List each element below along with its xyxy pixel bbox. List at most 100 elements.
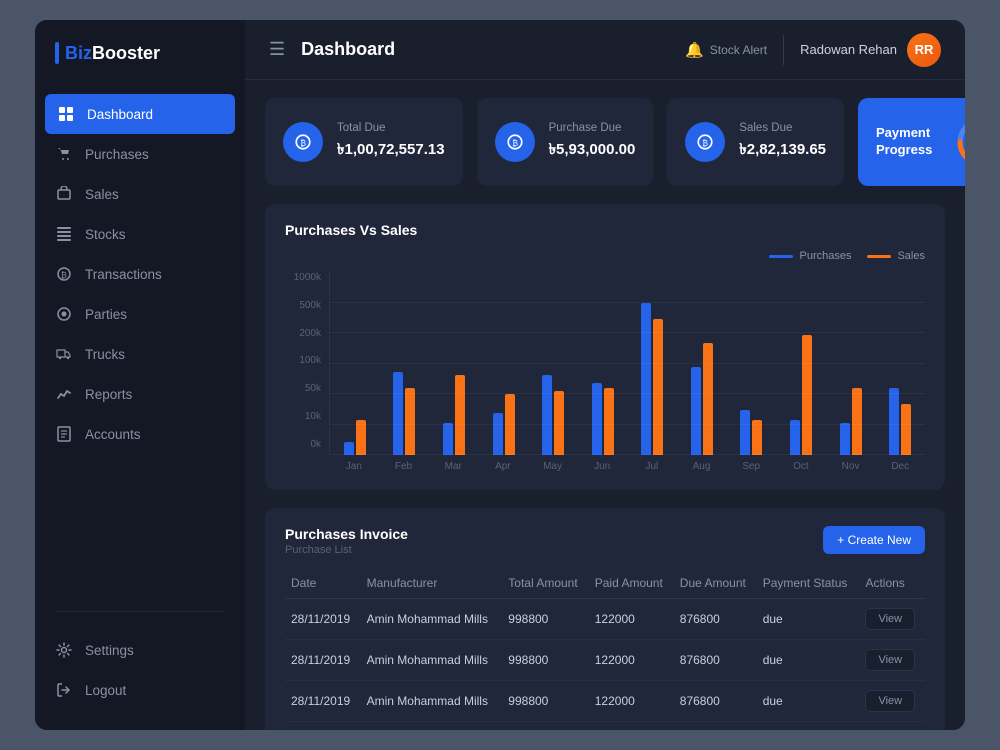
chart-area: 1000k500k200k100k50k10k0k JanFebMarAprMa… [285,272,925,472]
y-axis-label: 1000k [294,272,321,283]
nav-icon-sales [55,185,73,203]
bar-sales-Jul [653,319,663,455]
month-bars-Sep [727,410,777,455]
header: ☰ Dashboard 🔔 Stock Alert Radowan Rehan … [245,20,965,80]
nav-label-reports: Reports [85,387,132,402]
month-bars-Jul [627,303,677,455]
table-cell-2-4: 876800 [674,681,757,722]
content-area: ₿ Total Due ৳1,00,72,557.13 ₿ Purchase D… [245,80,965,730]
sidebar-item-settings[interactable]: Settings [35,630,245,670]
user-name: Radowan Rehan [800,42,897,57]
table-row: 28/11/2019Amin Mohammad Mills99880012200… [285,599,925,640]
grid-line [330,302,925,303]
sidebar-item-trucks[interactable]: Trucks [35,334,245,374]
stat-value-0: ৳1,00,72,557.13 [337,138,445,163]
chart-card: Purchases Vs Sales Purchases Sales 1000k… [265,204,945,490]
stat-card-2: ₿ Sales Due ৳2,82,139.65 [667,98,844,186]
bell-icon[interactable]: 🔔 [685,41,704,59]
nav-label-dashboard: Dashboard [87,107,153,122]
table-header-row: Purchases Invoice Purchase List + Create… [285,526,925,556]
sidebar-item-reports[interactable]: Reports [35,374,245,414]
nav-label-logout: Logout [85,683,126,698]
table-title-block: Purchases Invoice Purchase List [285,526,408,556]
logo-text: BizBooster [65,43,160,64]
table-column-header: Actions [859,568,925,599]
table-title: Purchases Invoice [285,526,408,542]
bar-purchases-May [542,375,552,455]
y-axis-label: 0k [310,439,321,450]
month-label-Aug: Aug [677,461,727,472]
svg-text:₿: ₿ [512,139,518,148]
month-label-Jun: Jun [577,461,627,472]
table-cell-2-5: due [757,681,860,722]
table-cell-2-2: 998800 [502,681,588,722]
hamburger-icon[interactable]: ☰ [269,39,285,60]
chart-legend: Purchases Sales [285,250,925,262]
nav-label-transactions: Transactions [85,267,162,282]
bar-purchases-Jul [641,303,651,455]
table-column-header: Total Amount [502,568,588,599]
y-axis-label: 10k [305,411,321,422]
month-label-Feb: Feb [379,461,429,472]
view-button-1[interactable]: View [865,649,915,671]
stat-icon-0: ₿ [283,122,323,162]
nav-label-sales: Sales [85,187,119,202]
grid-line [330,424,925,425]
table-column-header: Payment Status [757,568,860,599]
sidebar-item-logout[interactable]: Logout [35,670,245,710]
legend-label-purchases: Purchases [799,250,851,262]
bar-purchases-Oct [790,420,800,455]
table-cell-1-1: Amin Mohammad Mills [361,640,503,681]
nav-icon-dashboard [57,105,75,123]
bars-grid [329,272,925,455]
table-subtitle: Purchase List [285,544,408,556]
sidebar-item-transactions[interactable]: ₿ Transactions [35,254,245,294]
month-label-Oct: Oct [776,461,826,472]
table-cell-1-2: 998800 [502,640,588,681]
nav-icon-reports [55,385,73,403]
create-new-button[interactable]: + Create New [823,526,925,554]
sidebar-item-sales[interactable]: Sales [35,174,245,214]
stat-info-0: Total Due ৳1,00,72,557.13 [337,122,445,163]
donut-text: 75% [954,114,965,170]
nav-icon-transactions: ₿ [55,265,73,283]
sidebar-item-purchases[interactable]: Purchases [35,134,245,174]
sidebar-item-accounts[interactable]: Accounts [35,414,245,454]
sidebar: BizBooster Dashboard Purchases Sales Sto… [35,20,245,730]
view-button-0[interactable]: View [865,608,915,630]
table-cell-1-3: 122000 [589,640,674,681]
table-action-1: View [859,640,925,681]
bar-purchases-Nov [840,423,850,455]
grid-line [330,363,925,364]
month-label-May: May [528,461,578,472]
nav-label-accounts: Accounts [85,427,141,442]
invoice-table-card: Purchases Invoice Purchase List + Create… [265,508,945,730]
table-column-header: Manufacturer [361,568,503,599]
months-row: JanFebMarAprMayJunJulAugSepOctNovDec [329,455,925,472]
stat-label-0: Total Due [337,122,445,134]
table-body: 28/11/2019Amin Mohammad Mills99880012200… [285,599,925,722]
view-button-2[interactable]: View [865,690,915,712]
month-bars-May [528,375,578,455]
table-cell-2-3: 122000 [589,681,674,722]
user-info: Radowan Rehan RR [800,33,941,67]
chart-title: Purchases Vs Sales [285,222,925,238]
nav-icon-accounts [55,425,73,443]
sidebar-bottom: Settings Logout [35,622,245,730]
sidebar-item-dashboard[interactable]: Dashboard [45,94,235,134]
table-cell-0-2: 998800 [502,599,588,640]
nav-label-stocks: Stocks [85,227,126,242]
legend-dot-sales [867,255,891,258]
sidebar-item-parties[interactable]: Parties [35,294,245,334]
month-bars-Apr [479,394,529,455]
legend-purchases: Purchases [769,250,851,262]
table-cell-0-0: 28/11/2019 [285,599,361,640]
header-right: 🔔 Stock Alert Radowan Rehan RR [685,33,941,67]
main-content: ☰ Dashboard 🔔 Stock Alert Radowan Rehan … [245,20,965,730]
sidebar-item-stocks[interactable]: Stocks [35,214,245,254]
bar-purchases-Feb [393,372,403,455]
table-row: 28/11/2019Amin Mohammad Mills99880012200… [285,681,925,722]
month-bars-Oct [776,335,826,455]
nav-label-settings: Settings [85,643,134,658]
grid-line [330,454,925,455]
